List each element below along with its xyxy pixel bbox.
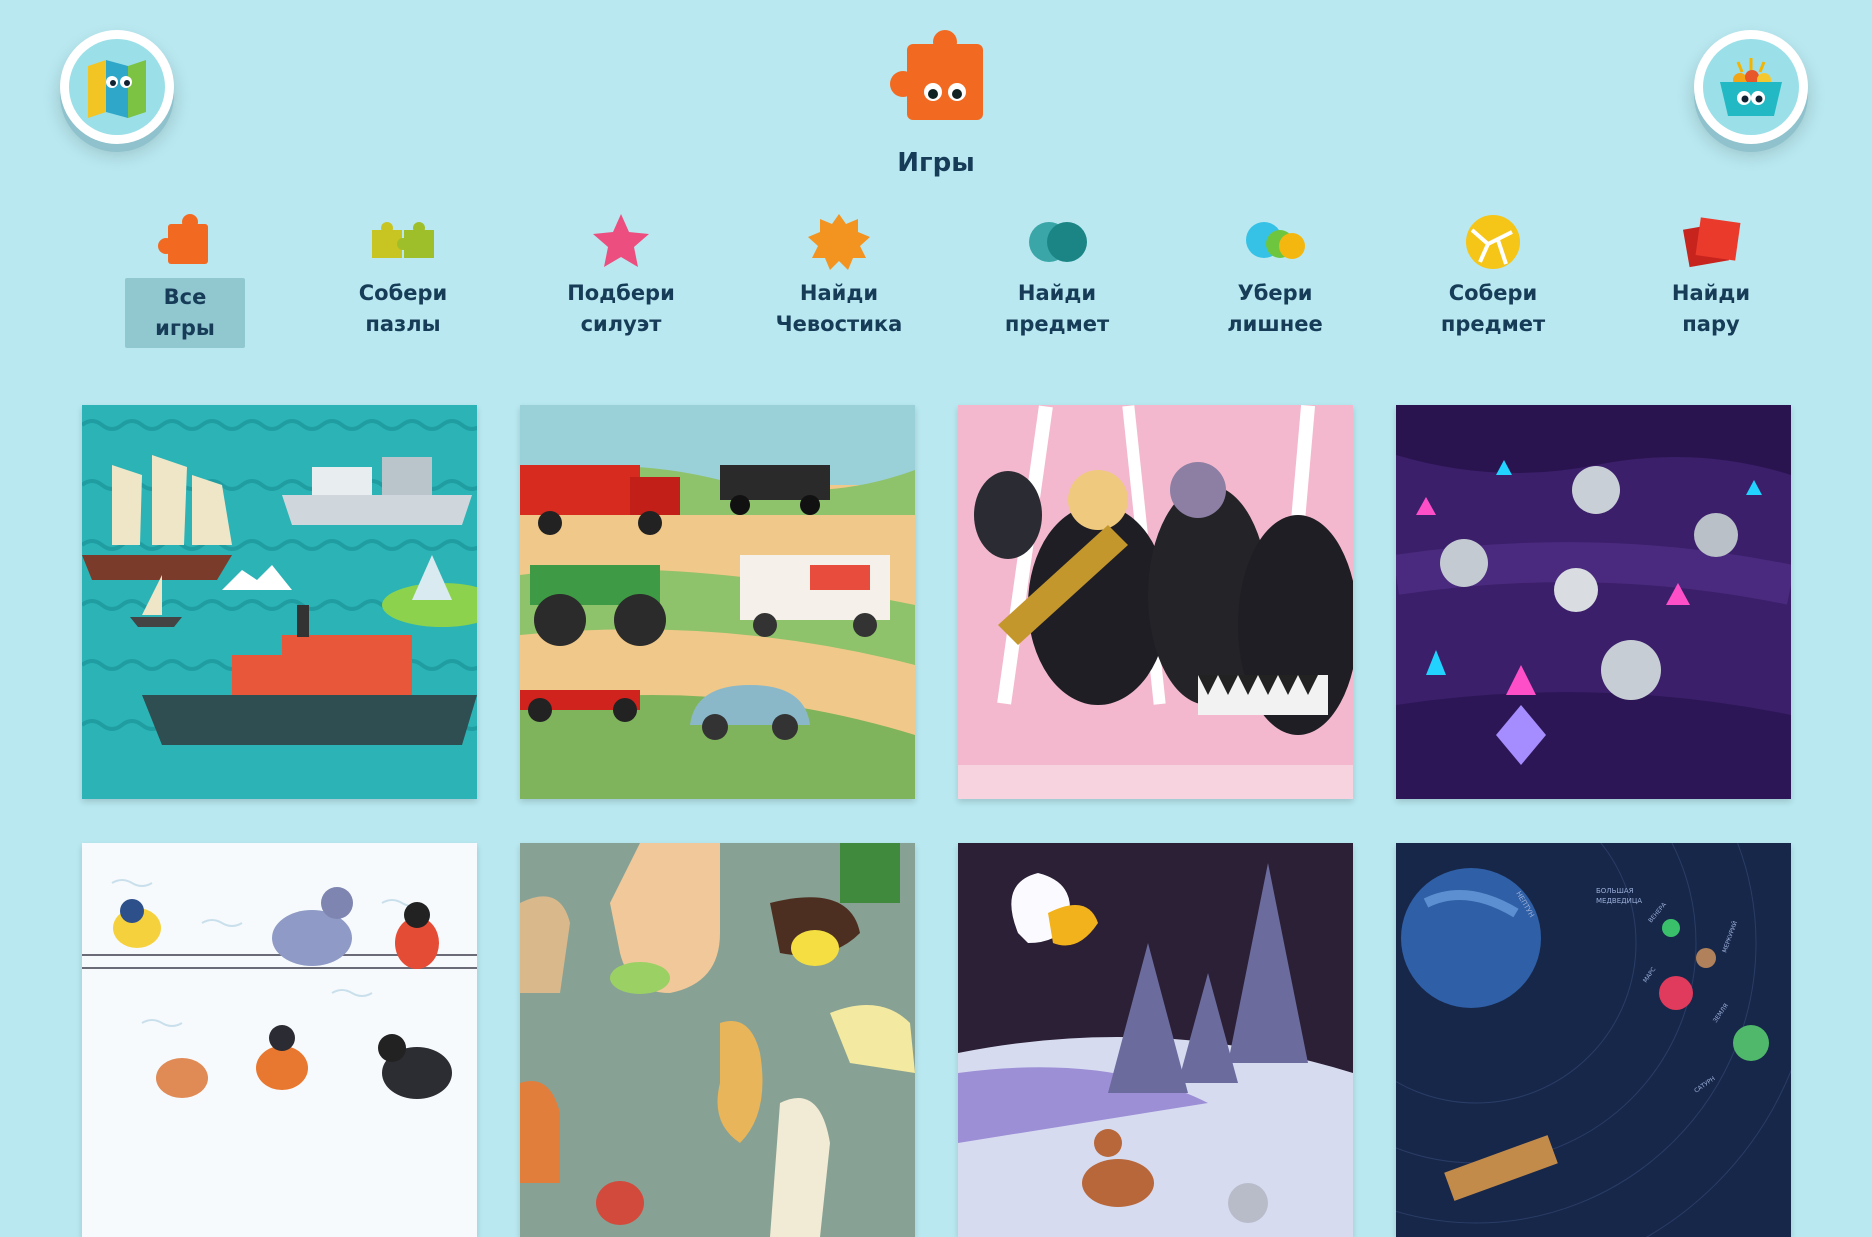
tab-label: Найди Чевостика bbox=[775, 281, 903, 336]
tab-silhouette[interactable]: Подбери силуэт bbox=[546, 210, 696, 360]
ships-illustration bbox=[82, 405, 477, 799]
tab-all-games[interactable]: Все игры bbox=[110, 210, 260, 360]
space-illustration: НЕПТУН БОЛЬШАЯ МЕДВЕДИЦА ВЕНЕРА МЕРКУРИЙ… bbox=[1396, 843, 1791, 1237]
tab-label: Собери пазлы bbox=[358, 281, 448, 336]
tab-label: Найди пару bbox=[1671, 281, 1751, 336]
winter-forest-illustration bbox=[958, 843, 1353, 1237]
cracked-ball-icon bbox=[1466, 215, 1520, 269]
cards-icon bbox=[1683, 217, 1741, 268]
hands-illustration bbox=[520, 843, 915, 1237]
game-card-birds[interactable] bbox=[82, 843, 477, 1237]
game-card-ships[interactable] bbox=[82, 405, 477, 799]
page-header: Игры bbox=[0, 26, 1872, 178]
tab-find-object[interactable]: Найди предмет bbox=[982, 210, 1132, 360]
tab-label: Найди предмет bbox=[1004, 281, 1110, 336]
tab-remove-extra[interactable]: Убери лишнее bbox=[1200, 210, 1350, 360]
puzzle-mascot-icon bbox=[881, 26, 991, 136]
circles-icon bbox=[1029, 222, 1087, 262]
tab-assemble-object[interactable]: Собери предмет bbox=[1418, 210, 1568, 360]
space-label-big-bear: БОЛЬШАЯ bbox=[1596, 887, 1634, 895]
game-card-musicians[interactable] bbox=[958, 405, 1353, 799]
tab-label: Собери предмет bbox=[1440, 281, 1546, 336]
spiky-ball-icon bbox=[808, 214, 870, 270]
space-label-bear: МЕДВЕДИЦА bbox=[1596, 897, 1642, 905]
game-card-winter-forest[interactable] bbox=[958, 843, 1353, 1237]
puzzle-piece-icon bbox=[158, 214, 208, 264]
game-card-space[interactable]: НЕПТУН БОЛЬШАЯ МЕДВЕДИЦА ВЕНЕРА МЕРКУРИЙ… bbox=[1396, 843, 1791, 1237]
game-card-vehicles[interactable] bbox=[520, 405, 915, 799]
page-title: Игры bbox=[897, 148, 975, 178]
category-tabs: Все игры Собери пазлы Подбери силуэт Найди Ч… bbox=[110, 210, 1750, 360]
tab-label: Подбери силуэт bbox=[567, 281, 675, 336]
tab-find-pair[interactable]: Найди пару bbox=[1636, 210, 1786, 360]
three-circles-icon bbox=[1246, 222, 1305, 259]
star-icon bbox=[593, 214, 649, 267]
game-card-hands[interactable] bbox=[520, 843, 915, 1237]
tab-label: Все игры bbox=[125, 278, 245, 348]
puzzle-pieces-icon bbox=[372, 222, 434, 258]
tab-find-chevostik[interactable]: Найди Чевостика bbox=[764, 210, 914, 360]
tab-puzzles[interactable]: Собери пазлы bbox=[328, 210, 478, 360]
vehicles-illustration bbox=[520, 405, 915, 799]
game-card-cave[interactable] bbox=[1396, 405, 1791, 799]
birds-illustration bbox=[82, 843, 477, 1237]
tab-label: Убери лишнее bbox=[1227, 281, 1323, 336]
cave-illustration bbox=[1396, 405, 1791, 799]
musicians-illustration bbox=[958, 405, 1353, 799]
